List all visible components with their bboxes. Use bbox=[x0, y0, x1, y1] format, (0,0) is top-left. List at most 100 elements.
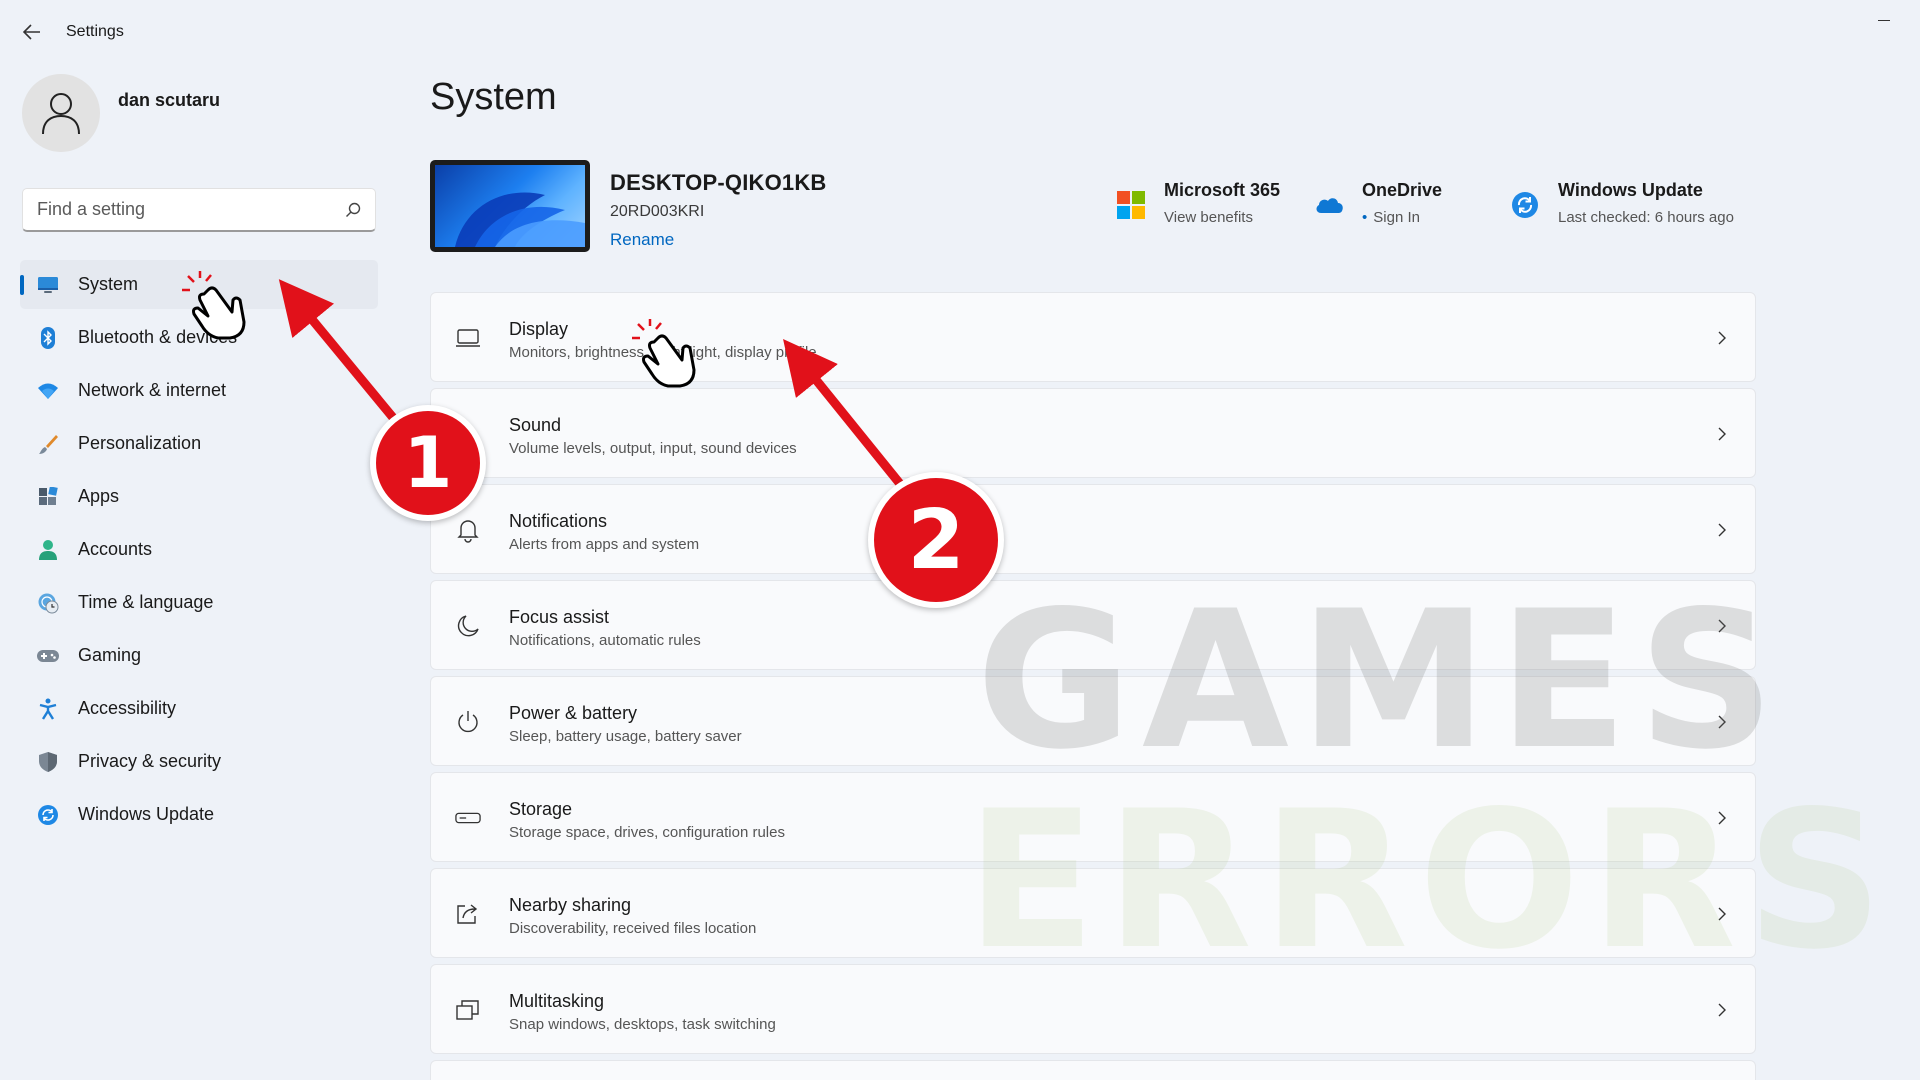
accounts-icon bbox=[36, 538, 60, 562]
card-focus-assist[interactable]: Focus assist Notifications, automatic rul… bbox=[430, 580, 1756, 670]
settings-cards: Display Monitors, brightness, night light… bbox=[430, 292, 1756, 1080]
system-display-icon bbox=[36, 273, 60, 297]
card-subtitle: Monitors, brightness, night light, displ… bbox=[509, 344, 817, 361]
card-title: Multitasking bbox=[509, 991, 605, 1011]
card-partial bbox=[430, 1060, 1756, 1080]
chevron-right-icon bbox=[1713, 809, 1731, 827]
sidebar-item-label: Gaming bbox=[78, 645, 142, 665]
sidebar-item-network[interactable]: Network & internet bbox=[20, 366, 378, 415]
card-storage[interactable]: Storage Storage space, drives, configurat… bbox=[430, 772, 1756, 862]
sidebar-item-label: Time & language bbox=[78, 592, 214, 612]
windows-update-icon bbox=[1510, 190, 1540, 220]
sidebar-item-time-language[interactable]: Time & language bbox=[20, 578, 378, 627]
device-wallpaper-thumbnail bbox=[430, 160, 590, 252]
card-subtitle: Sleep, battery usage, battery saver bbox=[509, 728, 742, 745]
device-name: DESKTOP-QIKO1KB bbox=[610, 170, 827, 195]
quick-title: Microsoft 365 bbox=[1164, 180, 1281, 200]
sidebar-item-label: Privacy & security bbox=[78, 751, 222, 771]
card-nearby-sharing[interactable]: Nearby sharing Discoverability, received … bbox=[430, 868, 1756, 958]
card-title: Power & battery bbox=[509, 703, 638, 723]
quick-subtitle: Sign In bbox=[1373, 209, 1420, 226]
sidebar-item-label: Windows Update bbox=[78, 804, 215, 824]
moon-icon bbox=[455, 613, 481, 639]
avatar bbox=[22, 74, 100, 152]
brush-icon bbox=[36, 432, 60, 456]
quick-subtitle: View benefits bbox=[1164, 209, 1253, 226]
sidebar-item-accessibility[interactable]: Accessibility bbox=[20, 684, 378, 733]
chevron-right-icon bbox=[1713, 329, 1731, 347]
sidebar-item-label: Network & internet bbox=[78, 380, 227, 400]
chevron-right-icon bbox=[1713, 1001, 1731, 1019]
annotation-badge-1: 1 bbox=[370, 405, 486, 521]
sidebar-item-label: Accounts bbox=[78, 539, 153, 559]
globe-clock-icon bbox=[36, 591, 60, 615]
card-title: Notifications bbox=[509, 511, 608, 531]
chevron-right-icon bbox=[1713, 905, 1731, 923]
microsoft-365-link[interactable]: Microsoft 365 View benefits bbox=[1116, 180, 1280, 226]
quick-subtitle-wrap: • Sign In bbox=[1362, 209, 1442, 226]
title-bar: Settings bbox=[0, 0, 1920, 64]
search-input[interactable] bbox=[37, 199, 345, 220]
annotation-badge-2: 2 bbox=[868, 472, 1004, 608]
bell-icon bbox=[455, 517, 481, 543]
search-box[interactable] bbox=[22, 188, 376, 232]
user-profile[interactable]: dan scutaru bbox=[22, 74, 220, 152]
back-arrow-icon bbox=[23, 24, 40, 40]
quick-title: Windows Update bbox=[1558, 180, 1703, 200]
card-subtitle: Alerts from apps and system bbox=[509, 536, 700, 553]
sidebar-item-windows-update[interactable]: Windows Update bbox=[20, 790, 378, 839]
page-title: System bbox=[430, 76, 557, 118]
card-subtitle: Snap windows, desktops, task switching bbox=[509, 1016, 776, 1033]
sidebar-item-label: Bluetooth & devices bbox=[78, 327, 238, 347]
sidebar-item-gaming[interactable]: Gaming bbox=[20, 631, 378, 680]
accessibility-icon bbox=[36, 697, 60, 721]
card-title: Display bbox=[509, 319, 569, 339]
rename-link[interactable]: Rename bbox=[610, 230, 674, 250]
sidebar-item-label: Accessibility bbox=[78, 698, 177, 718]
update-icon bbox=[36, 803, 60, 827]
minimize-button[interactable] bbox=[1878, 14, 1894, 30]
share-icon bbox=[455, 901, 481, 927]
power-icon bbox=[455, 709, 481, 735]
chevron-right-icon bbox=[1713, 713, 1731, 731]
card-sound[interactable]: Sound Volume levels, output, input, sound… bbox=[430, 388, 1756, 478]
sidebar-item-system[interactable]: System bbox=[20, 260, 378, 309]
status-dot: • bbox=[1362, 209, 1368, 226]
apps-icon bbox=[36, 485, 60, 509]
windows-update-link[interactable]: Windows Update Last checked: 6 hours ago bbox=[1510, 180, 1734, 226]
sidebar-nav: System Bluetooth & devices Network & int… bbox=[20, 260, 378, 843]
card-subtitle: Storage space, drives, configuration rul… bbox=[509, 824, 785, 841]
storage-drive-icon bbox=[455, 805, 481, 831]
card-multitasking[interactable]: Multitasking Snap windows, desktops, task… bbox=[430, 964, 1756, 1054]
quick-title: OneDrive bbox=[1362, 180, 1443, 200]
search-icon bbox=[346, 202, 361, 217]
windows-bloom-wallpaper-icon bbox=[455, 192, 585, 247]
device-model: 20RD003KRI bbox=[610, 203, 705, 220]
back-button[interactable] bbox=[18, 18, 46, 46]
sidebar-item-apps[interactable]: Apps bbox=[20, 472, 378, 521]
bluetooth-icon bbox=[36, 326, 60, 350]
card-subtitle: Notifications, automatic rules bbox=[509, 632, 701, 649]
chevron-right-icon bbox=[1713, 521, 1731, 539]
card-title: Nearby sharing bbox=[509, 895, 632, 915]
onedrive-cloud-icon bbox=[1314, 190, 1344, 220]
sidebar-item-bluetooth[interactable]: Bluetooth & devices bbox=[20, 313, 378, 362]
person-icon bbox=[42, 93, 80, 135]
card-subtitle: Volume levels, output, input, sound devi… bbox=[509, 440, 797, 457]
display-icon bbox=[455, 325, 481, 351]
card-title: Sound bbox=[509, 415, 562, 435]
sidebar-item-personalization[interactable]: Personalization bbox=[20, 419, 378, 468]
quick-subtitle: Last checked: 6 hours ago bbox=[1558, 209, 1734, 226]
sidebar-item-privacy[interactable]: Privacy & security bbox=[20, 737, 378, 786]
sidebar-item-label: Personalization bbox=[78, 433, 202, 453]
card-title: Storage bbox=[509, 799, 573, 819]
card-display[interactable]: Display Monitors, brightness, night light… bbox=[430, 292, 1756, 382]
app-title: Settings bbox=[66, 23, 124, 40]
microsoft-logo-icon bbox=[1116, 190, 1146, 220]
onedrive-link[interactable]: OneDrive • Sign In bbox=[1314, 180, 1442, 226]
card-power-battery[interactable]: Power & battery Sleep, battery usage, bat… bbox=[430, 676, 1756, 766]
card-notifications[interactable]: Notifications Alerts from apps and system bbox=[430, 484, 1756, 574]
user-name: dan scutaru bbox=[118, 89, 221, 110]
shield-icon bbox=[36, 750, 60, 774]
sidebar-item-accounts[interactable]: Accounts bbox=[20, 525, 378, 574]
